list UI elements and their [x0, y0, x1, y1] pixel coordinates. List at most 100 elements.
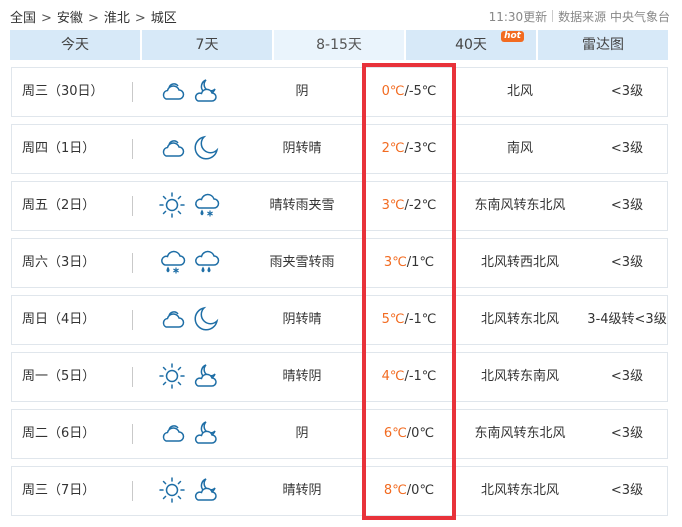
- weather-icons: [157, 190, 227, 222]
- wind-level: <3级: [610, 369, 644, 384]
- high-temperature: 3℃: [383, 255, 407, 270]
- low-temperature: /-2℃: [404, 198, 437, 213]
- breadcrumb: 全国 > 安徽 > 淮北 > 城区: [10, 7, 177, 26]
- low-temperature: /-1℃: [404, 312, 437, 327]
- temperature: 4℃/-1℃: [364, 353, 454, 401]
- tab-8-15-days[interactable]: 8-15天: [274, 30, 404, 60]
- weather-description: 阴: [295, 426, 309, 441]
- breadcrumb-item-city[interactable]: 淮北: [104, 11, 130, 26]
- tab-label: 今天: [61, 37, 89, 53]
- cloudy-icon: [157, 418, 187, 450]
- breadcrumb-separator: >: [87, 11, 99, 26]
- wind-direction: 北风转西北风: [480, 255, 559, 270]
- forecast-row: 周二（6日） 阴 6℃/0℃ 东南风转东北风 <3级: [11, 409, 668, 459]
- weather-description: 阴转晴: [282, 141, 322, 156]
- weather-description: 晴转雨夹雪: [269, 198, 335, 213]
- partly-cloudy-night-icon: [191, 418, 221, 450]
- forecast-day: 周二（6日）: [22, 426, 96, 441]
- breadcrumb-item-country[interactable]: 全国: [10, 11, 36, 26]
- row-divider: [132, 253, 133, 273]
- forecast-day: 周日（4日）: [22, 312, 96, 327]
- row-divider: [132, 481, 133, 501]
- high-temperature: 6℃: [383, 426, 407, 441]
- sleet-icon: [157, 247, 187, 279]
- tab-label: 雷达图: [582, 37, 624, 53]
- wind-direction: 东南风转东北风: [474, 198, 566, 213]
- temperature: 6℃/0℃: [364, 410, 454, 458]
- wind-direction: 东南风转东北风: [474, 426, 566, 441]
- forecast-row: 周三（7日） 晴转阴 8℃/0℃ 北风转东北风 <3级: [11, 466, 668, 516]
- high-temperature: 2℃: [381, 141, 405, 156]
- update-divider: [552, 10, 554, 22]
- low-temperature: /1℃: [406, 255, 435, 270]
- weather-icons: [157, 418, 227, 450]
- hot-badge: hot: [501, 31, 524, 42]
- tab-today[interactable]: 今天: [10, 30, 140, 60]
- wind-level: <3级: [610, 84, 644, 99]
- weather-description: 晴转阴: [282, 483, 322, 498]
- forecast-day: 周一（5日）: [22, 369, 96, 384]
- breadcrumb-separator: >: [41, 11, 52, 26]
- forecast-row: 周一（5日） 晴转阴 4℃/-1℃ 北风转东南风 <3级: [11, 352, 668, 402]
- data-source: 数据来源 中央气象台: [558, 10, 670, 24]
- wind-direction: 北风: [506, 84, 533, 99]
- weather-description: 阴转晴: [282, 312, 322, 327]
- cloudy-icon: [157, 133, 187, 165]
- partly-cloudy-night-icon: [191, 361, 221, 393]
- wind-direction: 北风转东北风: [480, 312, 559, 327]
- temperature: 5℃/-1℃: [364, 296, 454, 344]
- low-temperature: /0℃: [406, 426, 435, 441]
- row-divider: [132, 310, 133, 330]
- forecast-day: 周六（3日）: [22, 255, 96, 270]
- row-divider: [132, 367, 133, 387]
- temperature: 3℃/1℃: [364, 239, 454, 287]
- forecast-tabs: 今天 7天 8-15天 40天 hot 雷达图: [10, 30, 668, 60]
- wind-level: 3-4级转<3级: [587, 312, 667, 327]
- partly-cloudy-night-icon: [191, 475, 221, 507]
- moon-icon: [191, 304, 221, 336]
- forecast-day: 周四（1日）: [22, 141, 96, 156]
- forecast-row: 周六（3日） 雨夹雪转雨 3℃/1℃ 北风转西北风 <3级: [11, 238, 668, 288]
- weather-icons: [157, 133, 227, 165]
- wind-level: <3级: [610, 198, 644, 213]
- breadcrumb-separator: >: [134, 11, 146, 26]
- temperature: 3℃/-2℃: [364, 182, 454, 230]
- tab-label: 40天: [455, 37, 487, 53]
- forecast-day: 周五（2日）: [22, 198, 96, 213]
- high-temperature: 0℃: [381, 84, 405, 99]
- tab-7-days[interactable]: 7天: [142, 30, 272, 60]
- wind-level: <3级: [610, 141, 644, 156]
- temperature: 0℃/-5℃: [364, 68, 454, 116]
- wind-level: <3级: [610, 483, 644, 498]
- cloudy-icon: [157, 76, 187, 108]
- row-divider: [132, 139, 133, 159]
- high-temperature: 8℃: [383, 483, 407, 498]
- weather-description: 晴转阴: [282, 369, 322, 384]
- row-divider: [132, 196, 133, 216]
- tab-radar[interactable]: 雷达图: [538, 30, 668, 60]
- low-temperature: /-5℃: [404, 84, 437, 99]
- forecast-day: 周三（7日）: [22, 483, 96, 498]
- wind-direction: 南风: [506, 141, 533, 156]
- temperature: 2℃/-3℃: [364, 125, 454, 173]
- breadcrumb-item-province[interactable]: 安徽: [57, 11, 83, 26]
- low-temperature: /-1℃: [404, 369, 437, 384]
- weather-icons: [157, 76, 227, 108]
- forecast-row: 周四（1日） 阴转晴 2℃/-3℃ 南风 <3级: [11, 124, 668, 174]
- partly-cloudy-night-icon: [191, 76, 221, 108]
- top-bar: 全国 > 安徽 > 淮北 > 城区 11:30更新 数据来源 中央气象台: [0, 0, 682, 30]
- row-divider: [132, 82, 133, 102]
- sleet-icon: [191, 190, 221, 222]
- sun-icon: [157, 361, 187, 393]
- weather-icons: [157, 247, 227, 279]
- sun-icon: [157, 190, 187, 222]
- wind-level: <3级: [610, 426, 644, 441]
- tab-40-days[interactable]: 40天 hot: [406, 30, 536, 60]
- weather-icons: [157, 475, 227, 507]
- high-temperature: 5℃: [381, 312, 405, 327]
- temperature: 8℃/0℃: [364, 467, 454, 515]
- moon-icon: [191, 133, 221, 165]
- wind-level: <3级: [610, 255, 644, 270]
- sun-icon: [157, 475, 187, 507]
- row-divider: [132, 424, 133, 444]
